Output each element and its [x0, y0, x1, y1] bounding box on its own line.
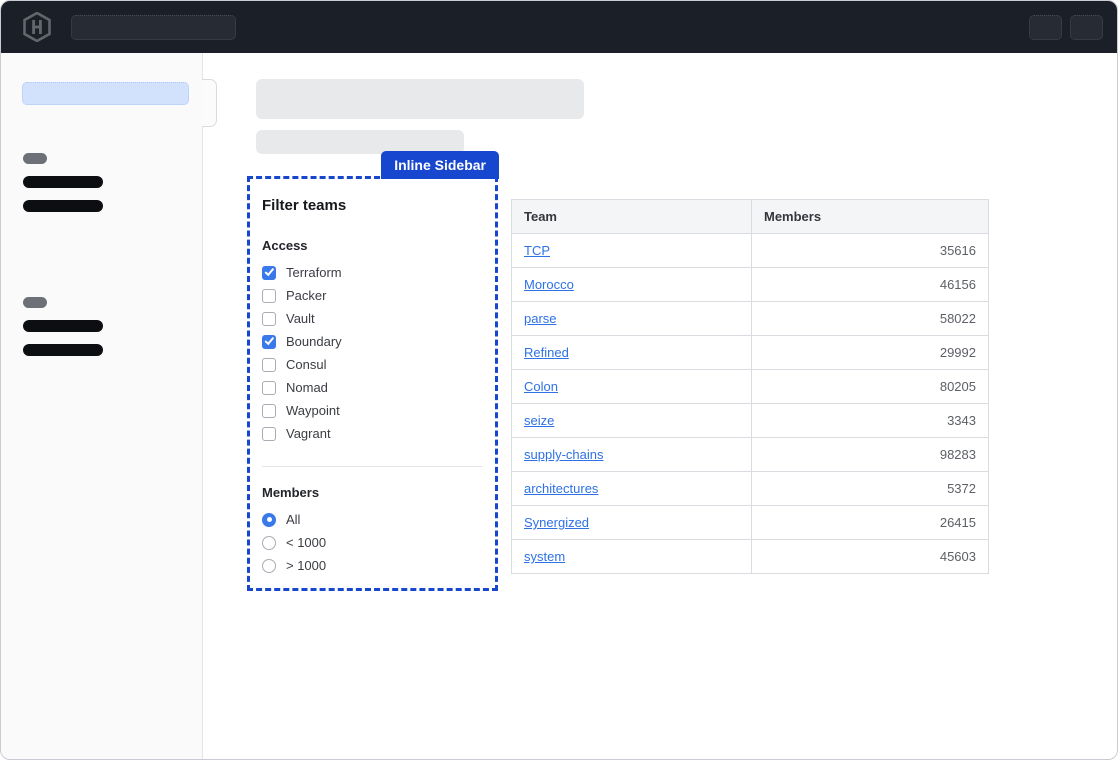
- hashicorp-logo-icon: [23, 11, 53, 43]
- filter-checkbox-packer[interactable]: Packer: [262, 284, 483, 307]
- filter-checkbox-vault[interactable]: Vault: [262, 307, 483, 330]
- table-row: system 45603: [512, 540, 989, 574]
- checkbox-label: Packer: [286, 288, 326, 303]
- topbar-search-placeholder[interactable]: [71, 15, 236, 40]
- members-value: 45603: [752, 540, 989, 574]
- team-link[interactable]: TCP: [524, 243, 550, 258]
- table-row: architectures 5372: [512, 472, 989, 506]
- checkbox-label: Consul: [286, 357, 326, 372]
- radio-label: All: [286, 512, 300, 527]
- checkbox-box[interactable]: [262, 381, 276, 395]
- topbar-action-placeholder-2[interactable]: [1070, 15, 1103, 40]
- topbar-action-placeholder-1[interactable]: [1029, 15, 1062, 40]
- members-radio-group: All < 1000 > 1000: [262, 508, 483, 577]
- team-link[interactable]: Synergized: [524, 515, 589, 530]
- filter-title: Filter teams: [262, 197, 483, 214]
- members-group-label: Members: [262, 485, 483, 500]
- radio-label: < 1000: [286, 535, 326, 550]
- sidebar-nav-item-placeholder[interactable]: [23, 200, 103, 212]
- table-row: Morocco 46156: [512, 268, 989, 302]
- inline-sidebar-badge: Inline Sidebar: [381, 151, 499, 179]
- table-row: TCP 35616: [512, 234, 989, 268]
- members-value: 26415: [752, 506, 989, 540]
- filter-checkbox-consul[interactable]: Consul: [262, 353, 483, 376]
- checkbox-box[interactable]: [262, 266, 276, 280]
- table-header-members: Members: [752, 200, 989, 234]
- topbar: [1, 1, 1117, 53]
- table-row: Refined 29992: [512, 336, 989, 370]
- radio-button[interactable]: [262, 559, 276, 573]
- radio-button[interactable]: [262, 513, 276, 527]
- table-row: Colon 80205: [512, 370, 989, 404]
- members-radio-1000[interactable]: < 1000: [262, 531, 483, 554]
- members-value: 98283: [752, 438, 989, 472]
- members-radio-1000[interactable]: > 1000: [262, 554, 483, 577]
- sidebar-toggle-handle[interactable]: [202, 79, 217, 127]
- members-value: 35616: [752, 234, 989, 268]
- team-link[interactable]: architectures: [524, 481, 598, 496]
- access-checkbox-group: Terraform Packer Vault Boundary Consul N…: [262, 261, 483, 445]
- sidebar-section-pill: [23, 153, 47, 164]
- radio-label: > 1000: [286, 558, 326, 573]
- checkbox-box[interactable]: [262, 335, 276, 349]
- filter-checkbox-nomad[interactable]: Nomad: [262, 376, 483, 399]
- members-radio-all[interactable]: All: [262, 508, 483, 531]
- checkbox-box[interactable]: [262, 404, 276, 418]
- sidebar-nav-item-placeholder[interactable]: [23, 344, 103, 356]
- sidebar-nav-item-placeholder[interactable]: [23, 176, 103, 188]
- left-sidebar: [1, 53, 203, 759]
- members-value: 58022: [752, 302, 989, 336]
- table-header-team: Team: [512, 200, 752, 234]
- inline-sidebar-component-outline: Filter teams Access Terraform Packer Vau…: [247, 176, 498, 591]
- checkbox-label: Boundary: [286, 334, 342, 349]
- checkbox-label: Terraform: [286, 265, 342, 280]
- main-content: Inline Sidebar Filter teams Access Terra…: [203, 53, 1117, 759]
- members-value: 3343: [752, 404, 989, 438]
- team-link[interactable]: supply-chains: [524, 447, 604, 462]
- members-value: 46156: [752, 268, 989, 302]
- checkbox-label: Vault: [286, 311, 315, 326]
- team-link[interactable]: system: [524, 549, 565, 564]
- team-link[interactable]: Morocco: [524, 277, 574, 292]
- topbar-actions: [1029, 15, 1103, 40]
- checkbox-box[interactable]: [262, 289, 276, 303]
- checkbox-label: Waypoint: [286, 403, 340, 418]
- table-row: parse 58022: [512, 302, 989, 336]
- table-header-row: Team Members: [512, 200, 989, 234]
- filter-checkbox-waypoint[interactable]: Waypoint: [262, 399, 483, 422]
- checkbox-label: Vagrant: [286, 426, 331, 441]
- page-title-placeholder: [256, 79, 584, 119]
- table-row: supply-chains 98283: [512, 438, 989, 472]
- filter-panel: Filter teams Access Terraform Packer Vau…: [250, 179, 495, 577]
- sidebar-nav-item-placeholder[interactable]: [23, 320, 103, 332]
- team-link[interactable]: Colon: [524, 379, 558, 394]
- checkbox-label: Nomad: [286, 380, 328, 395]
- table-row: Synergized 26415: [512, 506, 989, 540]
- table-row: seize 3343: [512, 404, 989, 438]
- checkbox-box[interactable]: [262, 358, 276, 372]
- teams-table: Team Members TCP 35616 Morocco 46156 par…: [511, 199, 989, 574]
- checkbox-box[interactable]: [262, 312, 276, 326]
- checkbox-box[interactable]: [262, 427, 276, 441]
- filter-checkbox-boundary[interactable]: Boundary: [262, 330, 483, 353]
- access-group-label: Access: [262, 238, 483, 253]
- team-link[interactable]: parse: [524, 311, 557, 326]
- sidebar-section-pill: [23, 297, 47, 308]
- radio-button[interactable]: [262, 536, 276, 550]
- section-divider: [262, 466, 483, 467]
- sidebar-active-item-placeholder[interactable]: [22, 82, 189, 105]
- filter-checkbox-terraform[interactable]: Terraform: [262, 261, 483, 284]
- members-value: 80205: [752, 370, 989, 404]
- filter-checkbox-vagrant[interactable]: Vagrant: [262, 422, 483, 445]
- team-link[interactable]: seize: [524, 413, 554, 428]
- members-value: 5372: [752, 472, 989, 506]
- app-window: Inline Sidebar Filter teams Access Terra…: [0, 0, 1118, 760]
- members-value: 29992: [752, 336, 989, 370]
- team-link[interactable]: Refined: [524, 345, 569, 360]
